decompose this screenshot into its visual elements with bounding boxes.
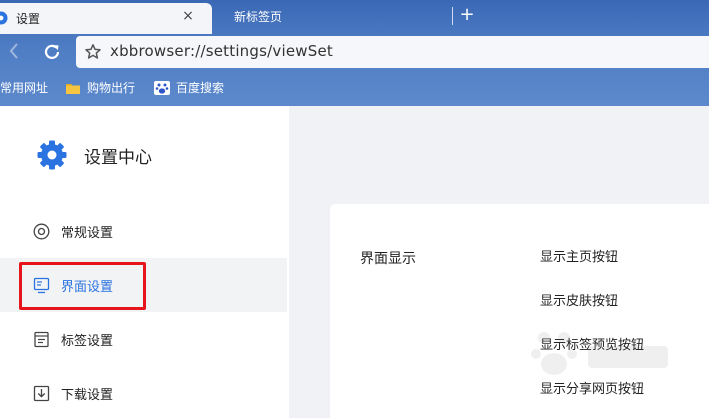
bookmark-star-icon[interactable] bbox=[84, 43, 102, 61]
bookmark-label: 购物出行 bbox=[87, 81, 136, 95]
sidebar-item-label: 标签设置 bbox=[61, 333, 114, 349]
option-show-tab-preview-button[interactable]: 显示标签预览按钮 bbox=[540, 334, 644, 353]
bookmark-label: 常用网址 bbox=[0, 81, 49, 95]
bookmark-label: 百度搜索 bbox=[176, 81, 225, 95]
bookmark-common-sites[interactable]: 常用网址 bbox=[0, 79, 48, 96]
gear-icon bbox=[37, 140, 67, 170]
section-title: 界面显示 bbox=[360, 251, 416, 267]
tab-strip: 设置 × 新标签页 + bbox=[0, 0, 709, 34]
bookmark-baidu-search[interactable]: 百度搜索 bbox=[154, 79, 224, 96]
settings-content: 界面显示 显示主页按钮 显示皮肤按钮 显示标签预览按钮 显示分享网页按钮 bbox=[289, 106, 709, 418]
option-show-share-button[interactable]: 显示分享网页按钮 bbox=[540, 378, 644, 397]
settings-favicon-icon bbox=[0, 11, 8, 25]
tab-new-tab-page[interactable]: 新标签页 bbox=[234, 8, 282, 25]
document-icon bbox=[34, 331, 49, 347]
circle-gear-icon bbox=[33, 223, 50, 239]
bookmark-shopping-travel[interactable]: 购物出行 bbox=[65, 79, 135, 96]
sidebar-item-label: 下载设置 bbox=[61, 387, 114, 403]
sidebar-item-general[interactable]: 常规设置 bbox=[0, 204, 287, 258]
settings-title: 设置中心 bbox=[84, 147, 152, 168]
folder-icon bbox=[66, 83, 80, 94]
option-show-skin-button[interactable]: 显示皮肤按钮 bbox=[540, 290, 618, 309]
option-show-home-button[interactable]: 显示主页按钮 bbox=[540, 246, 618, 265]
tab-title: 设置 bbox=[16, 12, 41, 26]
browser-chrome: 设置 × 新标签页 + xbbrowser://settings/viewSet… bbox=[0, 0, 709, 106]
settings-brand: 设置中心 bbox=[36, 139, 152, 171]
reload-icon[interactable] bbox=[42, 42, 62, 62]
url-text[interactable]: xbbrowser://settings/viewSet bbox=[110, 42, 333, 60]
back-icon[interactable] bbox=[6, 41, 22, 61]
bookmarks-bar: 常用网址 购物出行 百度搜索 bbox=[0, 76, 709, 98]
download-icon bbox=[33, 385, 50, 401]
address-bar[interactable]: xbbrowser://settings/viewSet bbox=[76, 36, 709, 68]
monitor-icon bbox=[33, 277, 50, 293]
new-tab-button[interactable]: + bbox=[458, 4, 476, 26]
tab-divider bbox=[452, 7, 453, 25]
settings-sidebar: 设置中心 常规设置 界面设置 标签设置 下载设置 bbox=[0, 106, 289, 418]
sidebar-item-label: 界面设置 bbox=[61, 279, 114, 295]
close-icon[interactable]: × bbox=[180, 8, 196, 24]
sidebar-item-interface[interactable]: 界面设置 bbox=[0, 258, 287, 312]
settings-panel: 界面显示 显示主页按钮 显示皮肤按钮 显示标签预览按钮 显示分享网页按钮 bbox=[330, 204, 709, 418]
sidebar-item-tabs[interactable]: 标签设置 bbox=[0, 312, 287, 366]
sidebar-item-download[interactable]: 下载设置 bbox=[0, 366, 287, 418]
paw-icon bbox=[154, 80, 170, 95]
tab-settings[interactable]: 设置 × bbox=[0, 3, 212, 34]
sidebar-item-label: 常规设置 bbox=[61, 225, 114, 241]
